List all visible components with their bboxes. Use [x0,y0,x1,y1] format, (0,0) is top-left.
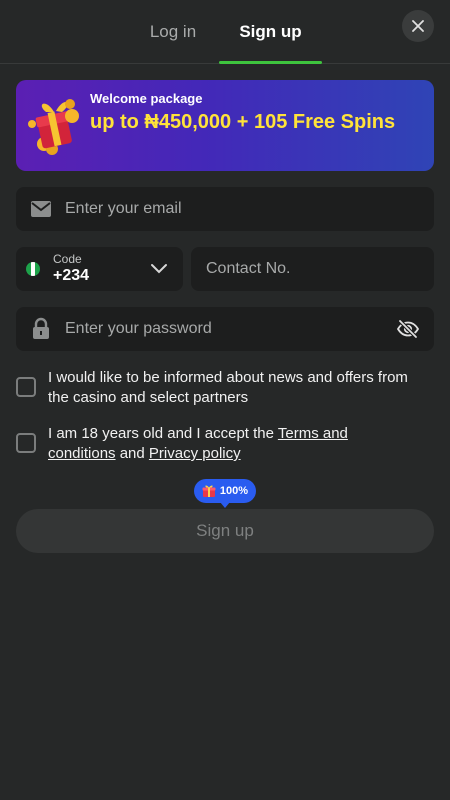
eye-off-icon[interactable] [396,317,420,341]
age-terms-label: I am 18 years old and I accept the Terms… [48,424,418,464]
close-button[interactable] [402,10,434,42]
email-input[interactable] [65,187,415,231]
gift-icon [202,485,216,497]
chevron-down-icon [151,264,167,274]
close-icon [412,20,424,32]
bonus-percent: 100% [219,485,249,497]
active-tab-indicator [219,61,322,64]
password-input[interactable] [65,307,385,351]
and-text: and [115,445,149,462]
country-code-select[interactable]: Code +234 [16,247,183,291]
welcome-banner[interactable]: Welcome package up to ₦450,000 + 105 Fre… [16,80,434,171]
age-terms-checkbox[interactable] [16,433,36,453]
contact-number-input[interactable] [206,247,421,291]
nigeria-flag-icon [26,262,40,276]
sign-up-button[interactable]: Sign up [16,509,434,553]
age-terms-prefix: I am 18 years old and I accept the [48,425,278,442]
contact-number-field[interactable] [191,247,434,291]
tab-signup[interactable]: Sign up [219,0,322,64]
banner-subtitle: Welcome package [90,91,203,106]
tab-login[interactable]: Log in [128,0,218,64]
password-field[interactable] [16,307,434,351]
bonus-percent-badge: 100% [194,479,256,508]
code-value: +234 [53,267,90,284]
auth-tabs-header: Log in Sign up [0,0,450,64]
lock-icon [31,317,51,341]
code-label: Code [53,252,82,266]
gift-box-icon [28,99,79,155]
mail-icon [30,200,52,218]
privacy-link[interactable]: Privacy policy [149,445,241,462]
banner-title: up to ₦450,000 + 105 Free Spins [90,111,396,133]
news-consent-checkbox[interactable] [16,377,36,397]
email-field[interactable] [16,187,434,231]
news-consent-label: I would like to be informed about news a… [48,369,408,406]
